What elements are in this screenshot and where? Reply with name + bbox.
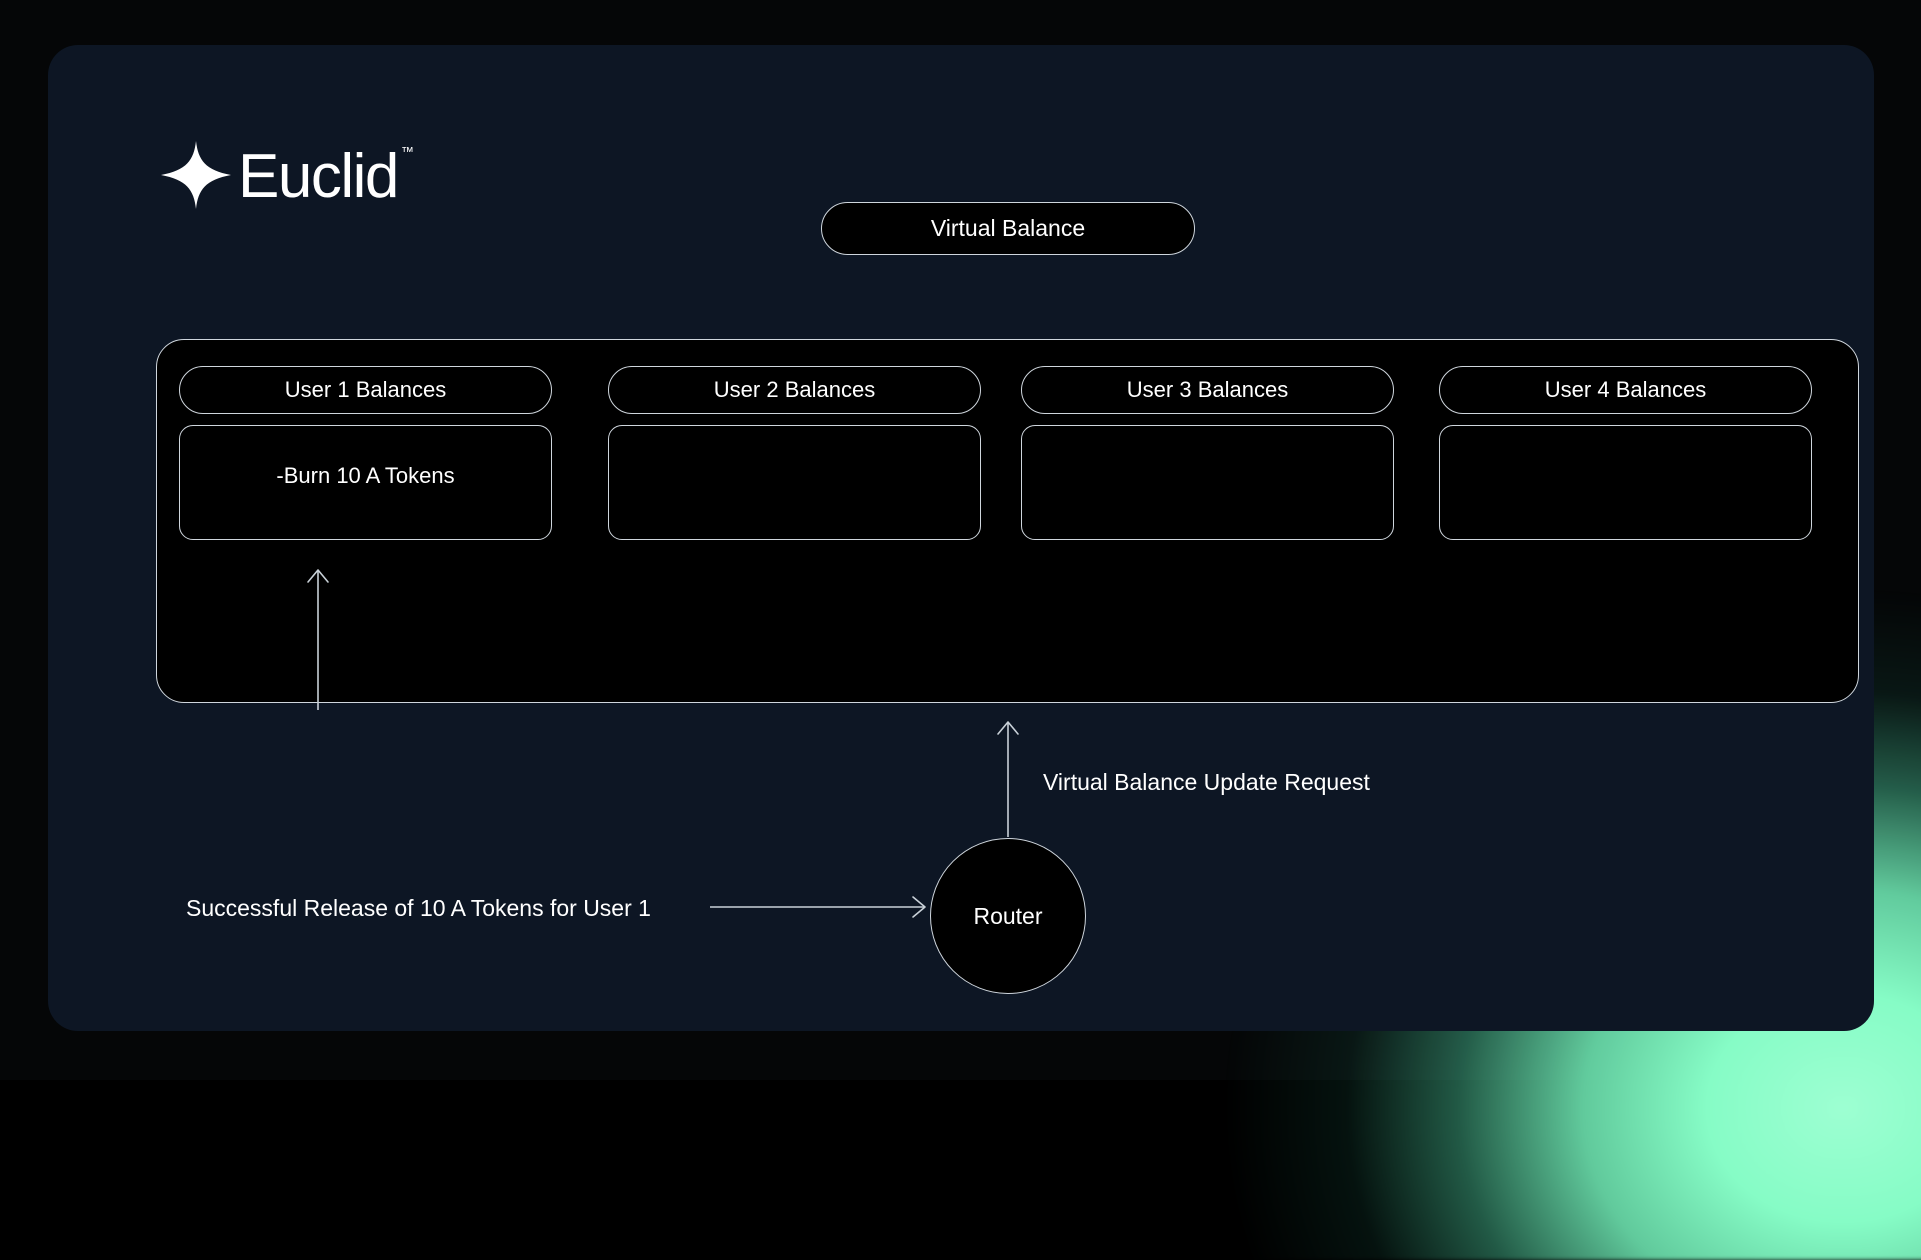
user-column-4: User 4 Balances	[1439, 366, 1812, 540]
router-node[interactable]: Router	[930, 838, 1086, 994]
user-1-balances-pill[interactable]: User 1 Balances	[179, 366, 552, 414]
user-1-balances-label: User 1 Balances	[285, 377, 446, 403]
user-column-1: User 1 Balances -Burn 10 A Tokens	[179, 366, 552, 540]
brand-name: Euclid	[238, 142, 398, 211]
user-2-balances-label: User 2 Balances	[714, 377, 875, 403]
balances-container: User 1 Balances -Burn 10 A Tokens User 2…	[156, 339, 1859, 703]
four-point-star-icon	[160, 140, 232, 210]
release-label: Successful Release of 10 A Tokens for Us…	[186, 895, 651, 922]
user-column-2: User 2 Balances	[608, 366, 981, 540]
virtual-balance-pill[interactable]: Virtual Balance	[821, 202, 1195, 255]
trademark-symbol: ™	[401, 145, 414, 158]
user-1-balances-card[interactable]: -Burn 10 A Tokens	[179, 425, 552, 540]
user-3-balances-label: User 3 Balances	[1127, 377, 1288, 403]
user-4-balances-card[interactable]	[1439, 425, 1812, 540]
user-4-balances-pill[interactable]: User 4 Balances	[1439, 366, 1812, 414]
user-2-balances-card[interactable]	[608, 425, 981, 540]
euclid-logo: Euclid ™	[160, 140, 398, 210]
user-3-balances-pill[interactable]: User 3 Balances	[1021, 366, 1394, 414]
euclid-wordmark: Euclid ™	[238, 143, 398, 208]
user-1-balance-entry: -Burn 10 A Tokens	[180, 463, 551, 489]
arrow-update-request-icon	[988, 717, 1028, 837]
user-column-3: User 3 Balances	[1021, 366, 1394, 540]
diagram-card: Euclid ™ Virtual Balance User 1 Balances…	[48, 45, 1874, 1031]
user-4-balances-label: User 4 Balances	[1545, 377, 1706, 403]
update-request-label: Virtual Balance Update Request	[1043, 769, 1370, 796]
arrow-release-to-router-icon	[710, 895, 930, 919]
router-label: Router	[973, 903, 1042, 930]
user-2-balances-pill[interactable]: User 2 Balances	[608, 366, 981, 414]
user-3-balances-card[interactable]	[1021, 425, 1394, 540]
virtual-balance-label: Virtual Balance	[931, 215, 1085, 242]
